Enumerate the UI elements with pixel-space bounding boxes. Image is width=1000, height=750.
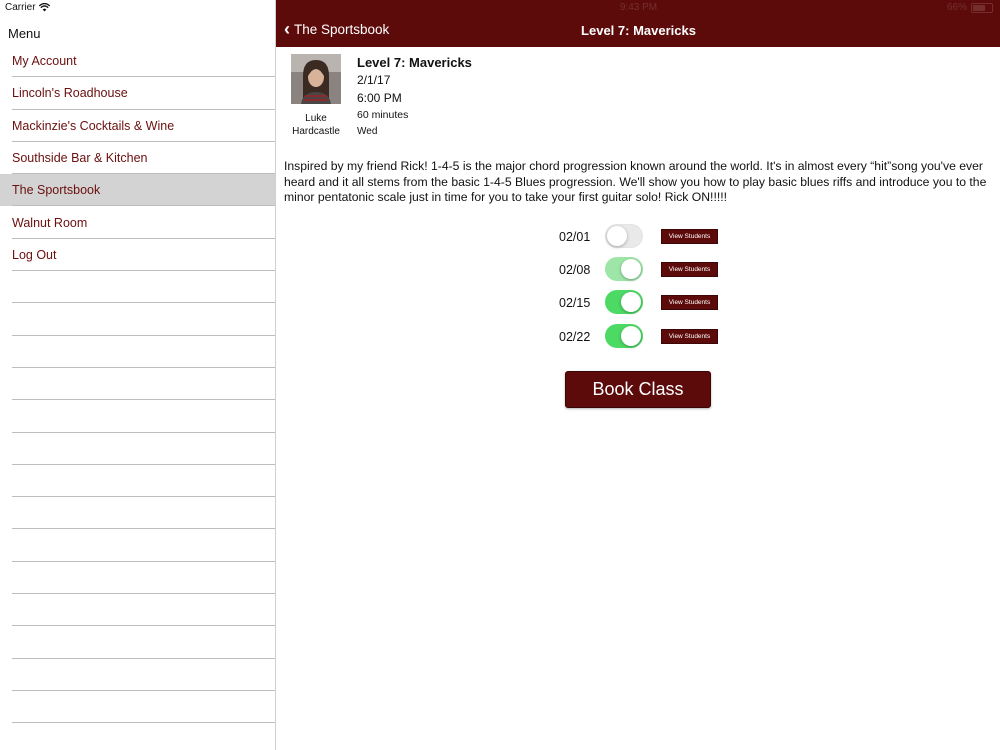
empty-row bbox=[0, 271, 275, 304]
menu-item-log-out[interactable]: Log Out bbox=[0, 239, 275, 272]
class-detail-pane: 9:43 PM 66% ‹ The Sportsbook Level 7: Ma… bbox=[275, 0, 1000, 750]
empty-row bbox=[0, 303, 275, 336]
session-toggle[interactable] bbox=[605, 257, 643, 281]
class-description: Inspired by my friend Rick! 1-4-5 is the… bbox=[284, 159, 987, 204]
view-students-button[interactable]: View Students bbox=[661, 329, 718, 344]
empty-row bbox=[0, 529, 275, 563]
menu-item-southside-bar[interactable]: Southside Bar & Kitchen bbox=[0, 142, 275, 175]
class-title: Level 7: Mavericks bbox=[357, 55, 472, 70]
session-date: 02/22 bbox=[559, 330, 591, 344]
view-students-button[interactable]: View Students bbox=[661, 295, 718, 310]
empty-row bbox=[0, 723, 275, 750]
session-toggle[interactable] bbox=[605, 224, 643, 248]
class-date: 2/1/17 bbox=[357, 73, 391, 87]
status-bar-left: Carrier bbox=[5, 2, 50, 13]
menu-list: My Account Lincoln's Roadhouse Mackinzie… bbox=[0, 45, 275, 750]
carrier-label: Carrier bbox=[5, 2, 36, 13]
session-row: 02/15 View Students bbox=[559, 290, 729, 316]
session-toggle[interactable] bbox=[605, 324, 643, 348]
class-duration: 60 minutes bbox=[357, 109, 409, 121]
battery-percent: 66% bbox=[946, 2, 967, 13]
class-time: 6:00 PM bbox=[357, 91, 402, 105]
empty-row bbox=[0, 497, 275, 530]
menu-item-label: The Sportsbook bbox=[12, 183, 101, 198]
wifi-icon bbox=[38, 3, 50, 12]
sidebar-menu: Carrier Menu My Account Lincoln's Roadho… bbox=[0, 0, 275, 750]
empty-row bbox=[0, 336, 275, 369]
menu-item-label: Mackinzie's Cocktails & Wine bbox=[12, 118, 175, 133]
battery-icon bbox=[971, 2, 993, 13]
navigation-bar: 9:43 PM 66% ‹ The Sportsbook Level 7: Ma… bbox=[276, 0, 1000, 47]
empty-row bbox=[0, 465, 275, 498]
class-day: Wed bbox=[357, 126, 378, 137]
session-toggle[interactable] bbox=[605, 290, 643, 314]
status-bar-right: 66% bbox=[947, 2, 993, 13]
session-date: 02/08 bbox=[559, 263, 591, 277]
avatar bbox=[291, 54, 341, 104]
empty-row bbox=[0, 400, 275, 433]
menu-item-my-account[interactable]: My Account bbox=[0, 45, 275, 78]
menu-item-label: My Account bbox=[12, 54, 77, 69]
view-students-button[interactable]: View Students bbox=[661, 262, 718, 277]
menu-item-label: Lincoln's Roadhouse bbox=[12, 86, 128, 101]
session-row: 02/22 View Students bbox=[559, 324, 729, 350]
instructor-name: Luke Hardcastle bbox=[292, 113, 340, 137]
nav-title: Level 7: Mavericks bbox=[581, 23, 696, 38]
empty-row bbox=[0, 626, 275, 659]
empty-row bbox=[0, 659, 275, 692]
menu-item-label: Log Out bbox=[12, 247, 57, 262]
session-date: 02/15 bbox=[559, 296, 591, 310]
instructor-photo bbox=[291, 54, 341, 104]
view-students-button[interactable]: View Students bbox=[661, 229, 718, 244]
empty-row bbox=[0, 368, 275, 401]
book-class-button[interactable]: Book Class bbox=[565, 371, 711, 408]
empty-row bbox=[0, 691, 275, 724]
empty-row bbox=[0, 562, 275, 595]
menu-item-walnut-room[interactable]: Walnut Room bbox=[0, 206, 275, 240]
menu-item-label: Southside Bar & Kitchen bbox=[12, 151, 148, 166]
menu-item-mackinzies-cocktails[interactable]: Mackinzie's Cocktails & Wine bbox=[0, 110, 275, 143]
status-time: 9:43 PM bbox=[619, 2, 658, 13]
session-date: 02/01 bbox=[559, 230, 591, 244]
empty-row bbox=[0, 433, 275, 466]
session-row: 02/08 View Students bbox=[559, 257, 729, 283]
menu-item-the-sportsbook[interactable]: The Sportsbook bbox=[0, 174, 275, 207]
menu-item-lincolns-roadhouse[interactable]: Lincoln's Roadhouse bbox=[0, 77, 275, 110]
session-row: 02/01 View Students bbox=[559, 224, 729, 250]
empty-row bbox=[0, 594, 275, 627]
menu-title: Menu bbox=[8, 26, 41, 41]
menu-item-label: Walnut Room bbox=[12, 215, 88, 230]
